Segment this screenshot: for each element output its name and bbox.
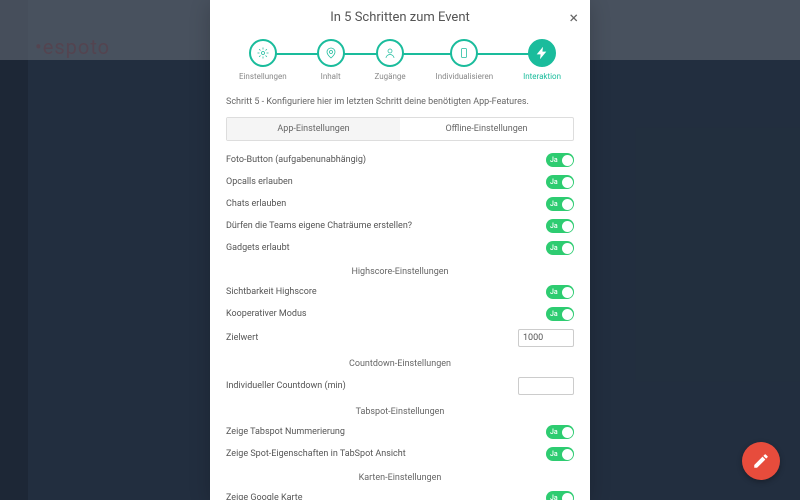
row-label: Foto-Button (aufgabenunabhängig) xyxy=(226,155,366,165)
toggle-switch[interactable]: Ja xyxy=(546,285,574,299)
toggle-switch[interactable]: Ja xyxy=(546,197,574,211)
setting-row: Sichtbarkeit Highscore Ja xyxy=(226,281,574,303)
toggle-switch[interactable]: Ja xyxy=(546,307,574,321)
setting-row: Zeige Google Karte Ja xyxy=(226,487,574,500)
setting-row: Chats erlauben Ja xyxy=(226,193,574,215)
pencil-icon xyxy=(752,452,770,470)
step-interaction[interactable]: Interaktion xyxy=(523,39,561,81)
step-settings[interactable]: Einstellungen xyxy=(239,39,287,81)
target-input[interactable] xyxy=(518,329,574,347)
settings-tabs: App-Einstellungen Offline-Einstellungen xyxy=(226,117,574,141)
step-label: Inhalt xyxy=(321,72,341,81)
step-label: Einstellungen xyxy=(239,72,287,81)
setting-row: Zeige Tabspot Nummerierung Ja xyxy=(226,421,574,443)
step-label: Interaktion xyxy=(523,72,561,81)
row-label: Chats erlauben xyxy=(226,199,286,209)
modal-header: In 5 Schritten zum Event × xyxy=(210,0,590,35)
setting-row: Opcalls erlauben Ja xyxy=(226,171,574,193)
section-map: Karten-Einstellungen xyxy=(226,465,574,487)
row-label: Individueller Countdown (min) xyxy=(226,381,346,391)
row-target-value: Zielwert xyxy=(226,325,574,351)
bolt-icon xyxy=(536,47,548,59)
countdown-input[interactable] xyxy=(518,377,574,395)
tab-offline-settings[interactable]: Offline-Einstellungen xyxy=(400,118,573,140)
toggle-switch[interactable]: Ja xyxy=(546,219,574,233)
row-label: Zeige Spot-Eigenschaften in TabSpot Ansi… xyxy=(226,449,406,459)
tab-app-settings[interactable]: App-Einstellungen xyxy=(227,118,400,140)
toggle-switch[interactable]: Ja xyxy=(546,241,574,255)
row-label: Gadgets erlaubt xyxy=(226,243,290,253)
close-button[interactable]: × xyxy=(569,8,578,27)
section-highscore: Highscore-Einstellungen xyxy=(226,259,574,281)
toggle-switch[interactable]: Ja xyxy=(546,153,574,167)
setting-row: Gadgets erlaubt Ja xyxy=(226,237,574,259)
settings-body: Foto-Button (aufgabenunabhängig)JaOpcall… xyxy=(210,149,590,500)
toggle-switch[interactable]: Ja xyxy=(546,175,574,189)
step-description: Schritt 5 - Konfiguriere hier im letzten… xyxy=(210,91,590,113)
toggle-switch[interactable]: Ja xyxy=(546,425,574,439)
setting-row: Kooperativer Modus Ja xyxy=(226,303,574,325)
gear-icon xyxy=(257,47,269,59)
row-label: Sichtbarkeit Highscore xyxy=(226,287,317,297)
step-customize[interactable]: Individualisieren xyxy=(436,39,494,81)
setting-row: Foto-Button (aufgabenunabhängig) Ja xyxy=(226,149,574,171)
section-tabspot: Tabspot-Einstellungen xyxy=(226,399,574,421)
row-countdown: Individueller Countdown (min) xyxy=(226,373,574,399)
section-countdown: Countdown-Einstellungen xyxy=(226,351,574,373)
location-icon xyxy=(325,47,337,59)
setting-row: Dürfen die Teams eigene Chaträume erstel… xyxy=(226,215,574,237)
step-content[interactable]: Inhalt xyxy=(317,39,345,81)
modal-title: In 5 Schritten zum Event xyxy=(330,10,470,25)
row-label: Opcalls erlauben xyxy=(226,177,293,187)
step-label: Zugänge xyxy=(375,72,406,81)
setting-row: Zeige Spot-Eigenschaften in TabSpot Ansi… xyxy=(226,443,574,465)
step-access[interactable]: Zugänge xyxy=(375,39,406,81)
step-label: Individualisieren xyxy=(436,72,494,81)
toggle-switch[interactable]: Ja xyxy=(546,491,574,500)
fab-edit[interactable] xyxy=(742,442,780,480)
row-label: Zeige Google Karte xyxy=(226,493,303,500)
wizard-stepper: Einstellungen Inhalt Zugänge Individuali… xyxy=(210,35,590,91)
row-label: Zeige Tabspot Nummerierung xyxy=(226,427,345,437)
device-icon xyxy=(458,47,470,59)
row-label: Dürfen die Teams eigene Chaträume erstel… xyxy=(226,221,412,231)
row-label: Zielwert xyxy=(226,333,258,343)
event-wizard-modal: In 5 Schritten zum Event × Einstellungen… xyxy=(210,0,590,500)
user-icon xyxy=(384,47,396,59)
toggle-switch[interactable]: Ja xyxy=(546,447,574,461)
row-label: Kooperativer Modus xyxy=(226,309,307,319)
